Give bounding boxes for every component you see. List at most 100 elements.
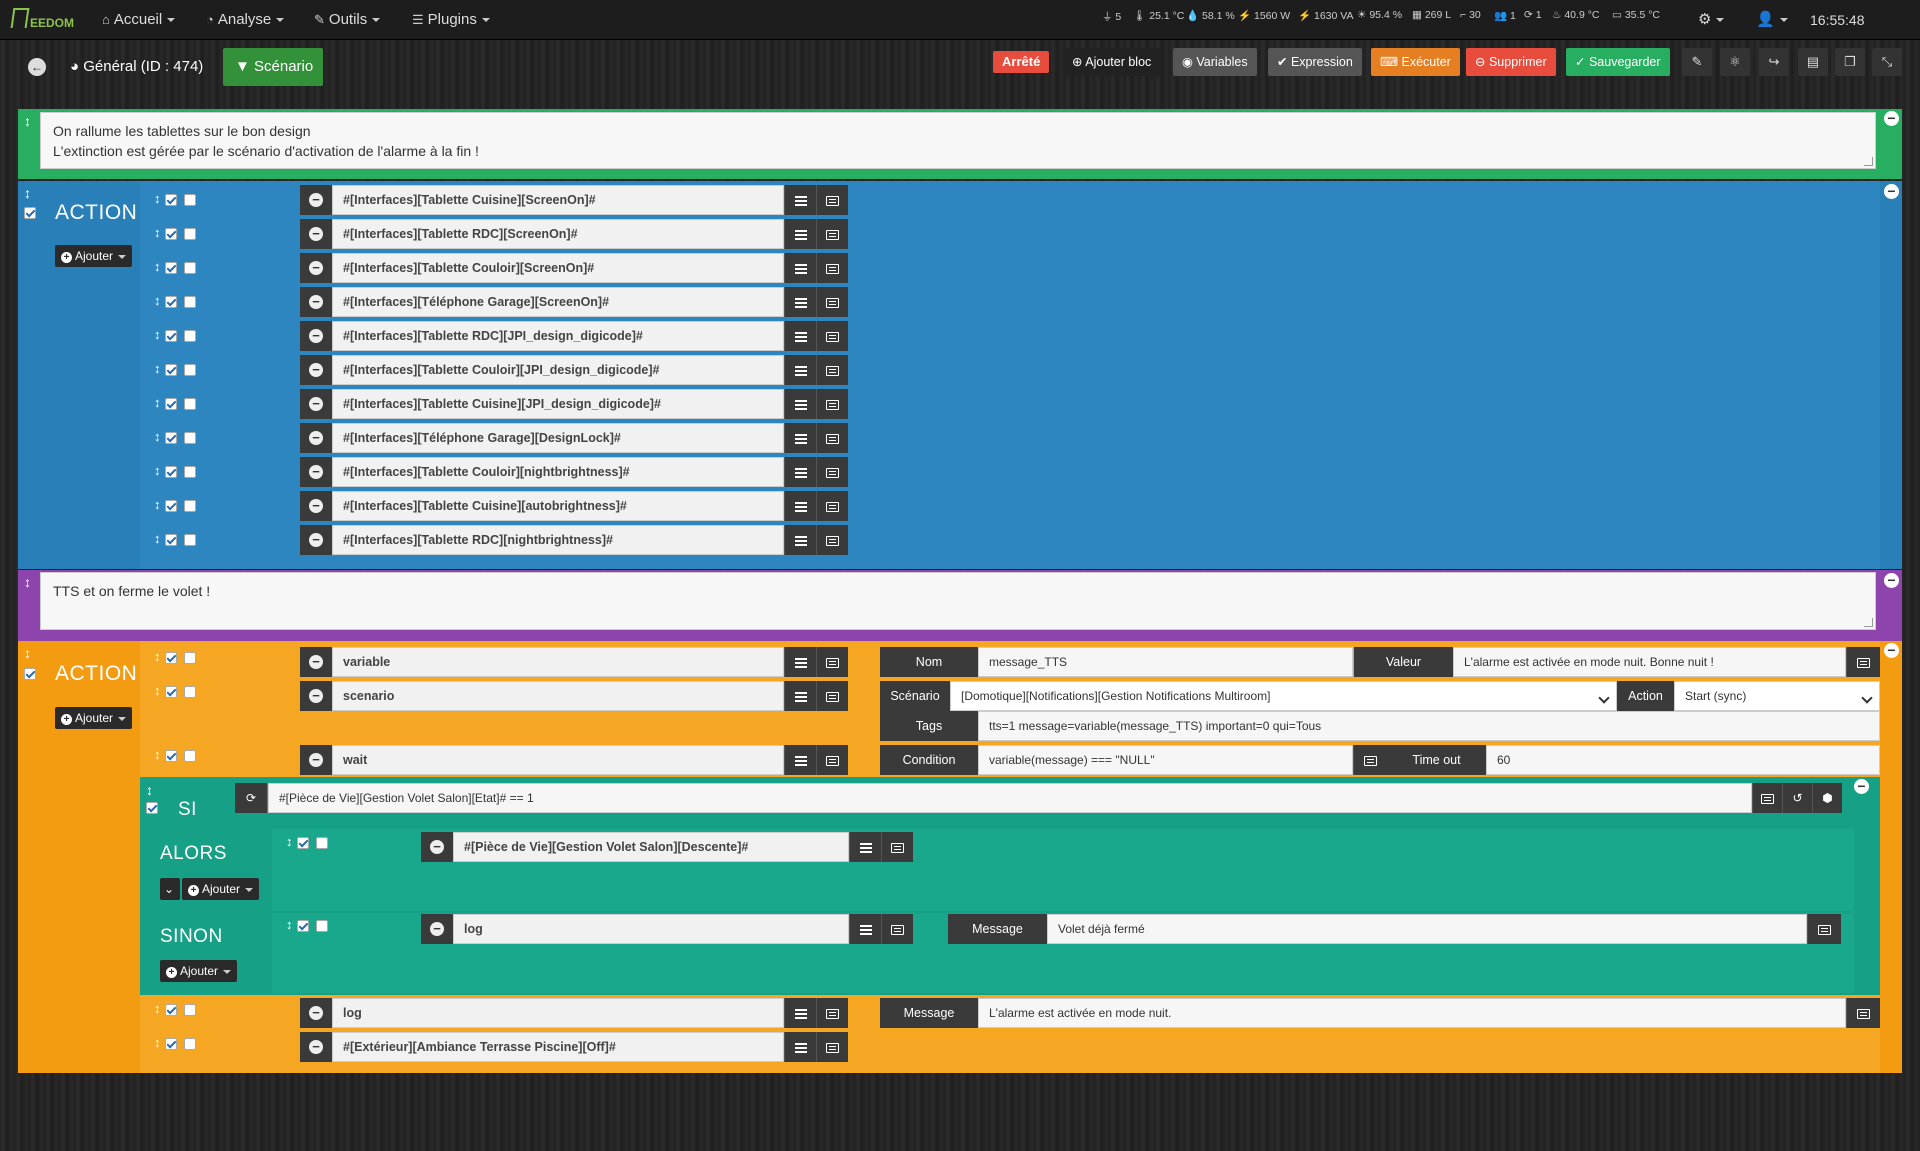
- row-controls[interactable]: ↕: [154, 497, 203, 512]
- enable-checkbox[interactable]: [164, 685, 177, 698]
- remove-action-button[interactable]: −: [300, 355, 332, 385]
- command-input[interactable]: #[Interfaces][Tablette RDC][ScreenOn]#: [332, 219, 784, 249]
- select-command-button[interactable]: [816, 681, 848, 711]
- remove-action-button[interactable]: −: [300, 253, 332, 283]
- stat-fire-temperature[interactable]: ♨ 40.9 °C: [1552, 9, 1599, 21]
- drag-handle-icon[interactable]: ↕: [154, 463, 161, 478]
- row-controls[interactable]: ↕: [154, 225, 203, 240]
- command-input[interactable]: #[Interfaces][Tablette Couloir][nightbri…: [332, 457, 784, 487]
- else-add-button[interactable]: + Ajouter: [160, 960, 238, 982]
- tags-input[interactable]: tts=1 message=variable(message_TTS) impo…: [978, 711, 1880, 741]
- select-command-button[interactable]: [816, 355, 848, 385]
- menu-outils[interactable]: ✎ Outils: [314, 0, 381, 40]
- drag-handle-icon[interactable]: ↕: [154, 395, 161, 410]
- select-command-button[interactable]: [816, 253, 848, 283]
- condition-input[interactable]: variable(message) === "NULL": [978, 745, 1353, 775]
- add-block-button[interactable]: ⊕ Ajouter bloc: [1063, 48, 1161, 76]
- cube-icon[interactable]: ⬢: [1812, 783, 1842, 813]
- select-command-button[interactable]: [816, 423, 848, 453]
- enable-checkbox[interactable]: [164, 329, 177, 342]
- drag-handle-icon[interactable]: ↕: [154, 649, 161, 664]
- enable-checkbox[interactable]: [164, 749, 177, 762]
- drag-handle-icon[interactable]: ↕: [24, 645, 31, 661]
- command-input[interactable]: scenario: [332, 681, 784, 711]
- stat-refresh[interactable]: ⟳ 1: [1524, 9, 1542, 21]
- remove-action-button[interactable]: −: [421, 832, 453, 862]
- parallel-checkbox[interactable]: [183, 261, 196, 274]
- row-controls[interactable]: ↕: [154, 191, 203, 206]
- parallel-checkbox[interactable]: [183, 363, 196, 376]
- then-collapse-button[interactable]: ⌄: [160, 878, 180, 900]
- list-action-button[interactable]: [784, 253, 816, 283]
- command-input[interactable]: #[Interfaces][Tablette RDC][JPI_design_d…: [332, 321, 784, 351]
- select-command-button[interactable]: [816, 647, 848, 677]
- add-dropdown-button[interactable]: + Ajouter: [55, 707, 133, 729]
- remove-action-button[interactable]: −: [300, 185, 332, 215]
- enable-checkbox[interactable]: [164, 499, 177, 512]
- row-controls[interactable]: ↕: [154, 1001, 203, 1016]
- tab-scenario[interactable]: ▼ Scénario: [223, 48, 323, 86]
- remove-action-button[interactable]: −: [300, 998, 332, 1028]
- remove-if-icon[interactable]: −: [1854, 779, 1869, 794]
- select-command-button[interactable]: [816, 287, 848, 317]
- select-command-button[interactable]: [816, 1032, 848, 1062]
- list-action-button[interactable]: [784, 287, 816, 317]
- parallel-checkbox[interactable]: [183, 465, 196, 478]
- drag-handle-icon[interactable]: ↕: [154, 531, 161, 546]
- block-enable-checkbox[interactable]: [24, 204, 36, 219]
- row-controls[interactable]: ↕: [154, 649, 203, 664]
- stat-cycle[interactable]: ⌐ 30: [1460, 9, 1481, 21]
- drag-handle-icon[interactable]: ↕: [154, 225, 161, 240]
- parallel-checkbox[interactable]: [315, 919, 328, 932]
- message-input[interactable]: L'alarme est activée en mode nuit.: [978, 998, 1846, 1028]
- remove-action-button[interactable]: −: [421, 914, 453, 944]
- list-action-button[interactable]: [784, 457, 816, 487]
- parallel-checkbox[interactable]: [183, 499, 196, 512]
- scenario-select[interactable]: [Domotique][Notifications][Gestion Notif…: [950, 681, 1617, 711]
- expand-icon[interactable]: ⤡: [1872, 48, 1902, 76]
- list-action-button[interactable]: [784, 491, 816, 521]
- row-controls[interactable]: ↕: [154, 293, 203, 308]
- drag-handle-icon[interactable]: ↕: [154, 327, 161, 342]
- back-icon[interactable]: ←: [28, 58, 46, 76]
- parallel-checkbox[interactable]: [183, 685, 196, 698]
- variables-button[interactable]: ◉ Variables: [1173, 48, 1257, 76]
- enable-checkbox[interactable]: [164, 431, 177, 444]
- drag-handle-icon[interactable]: ↕: [24, 574, 31, 590]
- list-action-button[interactable]: [784, 321, 816, 351]
- command-input[interactable]: #[Interfaces][Téléphone Garage][ScreenOn…: [332, 287, 784, 317]
- parallel-checkbox[interactable]: [183, 651, 196, 664]
- copy-icon[interactable]: ❐: [1835, 48, 1865, 76]
- remove-action-button[interactable]: −: [300, 423, 332, 453]
- list-action-button[interactable]: [784, 389, 816, 419]
- command-input[interactable]: #[Interfaces][Tablette Couloir][JPI_desi…: [332, 355, 784, 385]
- command-input[interactable]: wait: [332, 745, 784, 775]
- enable-checkbox[interactable]: [164, 651, 177, 664]
- parallel-checkbox[interactable]: [183, 295, 196, 308]
- user-menu[interactable]: 👤: [1756, 0, 1788, 40]
- parallel-checkbox[interactable]: [183, 397, 196, 410]
- enable-checkbox[interactable]: [296, 836, 309, 849]
- drag-handle-icon[interactable]: ↕: [154, 497, 161, 512]
- drag-handle-icon[interactable]: ↕: [154, 429, 161, 444]
- drag-handle-icon[interactable]: ↕: [154, 683, 161, 698]
- list-action-button[interactable]: [784, 525, 816, 555]
- drag-handle-icon[interactable]: ↕: [146, 782, 153, 798]
- parallel-checkbox[interactable]: [183, 533, 196, 546]
- remove-action-button[interactable]: −: [300, 647, 332, 677]
- row-controls[interactable]: ↕: [154, 747, 203, 762]
- command-input[interactable]: #[Extérieur][Ambiance Terrasse Piscine][…: [332, 1032, 784, 1062]
- list-action-button[interactable]: [784, 355, 816, 385]
- name-input[interactable]: message_TTS: [978, 647, 1353, 677]
- select-command-button[interactable]: [816, 321, 848, 351]
- select-command-button[interactable]: [816, 457, 848, 487]
- share-nodes-icon[interactable]: ⚛: [1720, 48, 1750, 76]
- remove-action-button[interactable]: −: [300, 287, 332, 317]
- parallel-checkbox[interactable]: [315, 836, 328, 849]
- parallel-checkbox[interactable]: [183, 329, 196, 342]
- row-controls[interactable]: ↕: [154, 429, 203, 444]
- select-command-button[interactable]: [816, 185, 848, 215]
- select-command-button[interactable]: [816, 745, 848, 775]
- delete-button[interactable]: ⊖ Supprimer: [1466, 48, 1556, 76]
- command-input[interactable]: #[Interfaces][Tablette Cuisine][JPI_desi…: [332, 389, 784, 419]
